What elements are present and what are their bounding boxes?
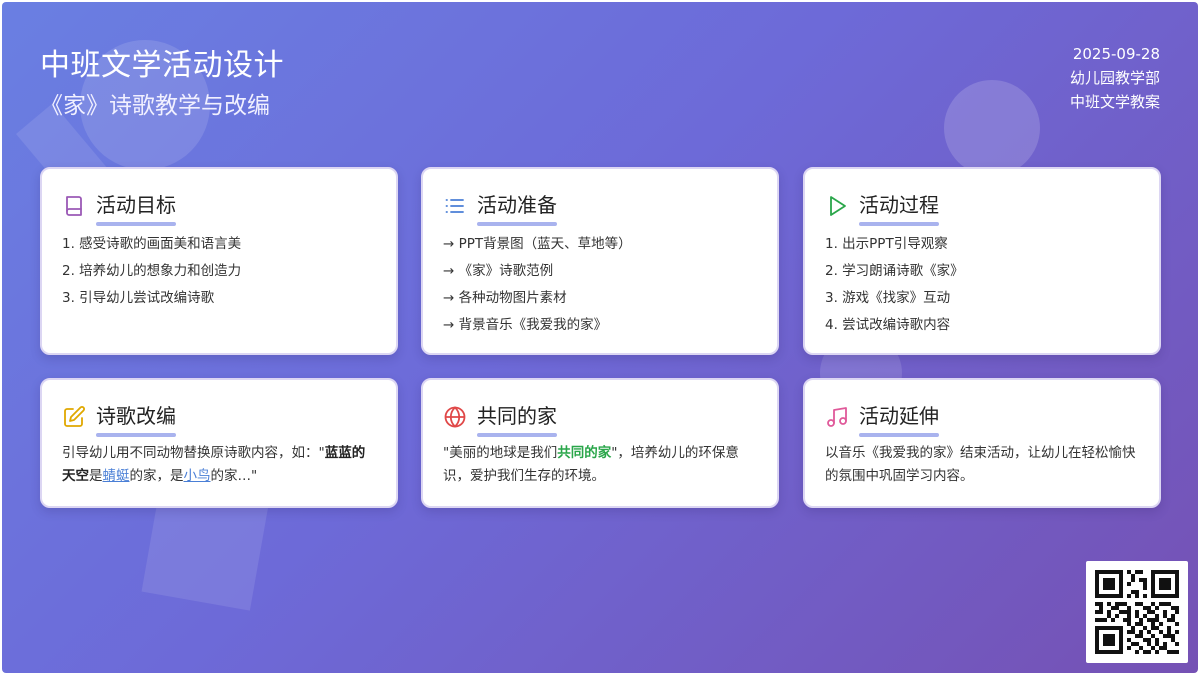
list-item: → 背景音乐《我爱我的家》: [443, 317, 608, 333]
text-segment: "美丽的地球是我们: [443, 445, 558, 461]
card-title: 活动延伸: [859, 400, 939, 437]
card-text: "美丽的地球是我们共同的家"，培养幼儿的环保意识，爱护我们生存的环境。: [443, 442, 755, 488]
emphasis-text: 共同的家: [557, 445, 612, 461]
list-item: 2. 学习朗诵诗歌《家》: [825, 263, 964, 279]
prep-list: → PPT背景图（蓝天、草地等） → 《家》诗歌范例 → 各种动物图片素材 → …: [443, 231, 632, 339]
card-text: 以音乐《我爱我的家》结束活动，让幼儿在轻松愉快的氛围中巩固学习内容。: [825, 445, 1136, 484]
decor-circle: [944, 80, 1040, 176]
doc-type-label: 中班文学教案: [1069, 93, 1160, 111]
card-header: 活动延伸: [825, 400, 939, 437]
qr-pattern: [1095, 570, 1179, 654]
list-item: 3. 游戏《找家》互动: [825, 290, 951, 306]
card-title: 活动过程: [859, 189, 939, 226]
qr-code-icon[interactable]: [1086, 561, 1188, 663]
list-item: 1. 出示PPT引导观察: [825, 236, 948, 252]
card-title: 活动目标: [96, 189, 176, 226]
header-meta: 2025-09-28 幼儿园教学部 中班文学教案: [1070, 42, 1160, 114]
list-item: → PPT背景图（蓝天、草地等）: [443, 236, 632, 252]
card-poem-adaptation: 诗歌改编 引导幼儿用不同动物替换原诗歌内容，如："蓝蓝的天空是蜻蜓的家，是小鸟的…: [40, 378, 398, 508]
list-item: 1. 感受诗歌的画面美和语言美: [62, 236, 242, 252]
card-activity-process: 活动过程 1. 出示PPT引导观察 2. 学习朗诵诗歌《家》 3. 游戏《找家》…: [803, 167, 1161, 355]
card-title: 共同的家: [477, 400, 557, 437]
card-title: 活动准备: [477, 189, 557, 226]
list-item: → 《家》诗歌范例: [443, 263, 554, 279]
card-common-home: 共同的家 "美丽的地球是我们共同的家"，培养幼儿的环保意识，爱护我们生存的环境。: [421, 378, 779, 508]
card-header: 活动目标: [62, 189, 176, 226]
card-header: 诗歌改编: [62, 400, 176, 437]
card-activity-extension: 活动延伸 以音乐《我爱我的家》结束活动，让幼儿在轻松愉快的氛围中巩固学习内容。: [803, 378, 1161, 508]
page-subtitle: 《家》诗歌教学与改编: [40, 93, 270, 119]
text-segment: 引导幼儿用不同动物替换原诗歌内容，如：": [62, 445, 325, 461]
music-icon: [825, 405, 849, 429]
text-segment: 的家，是: [129, 468, 184, 484]
book-icon: [62, 194, 86, 218]
example-link-bird[interactable]: 小鸟: [184, 468, 211, 484]
list-item: 2. 培养幼儿的想象力和创造力: [62, 263, 242, 279]
card-text: 引导幼儿用不同动物替换原诗歌内容，如："蓝蓝的天空是蜻蜓的家，是小鸟的家…": [62, 442, 374, 488]
globe-icon: [443, 405, 467, 429]
card-header: 共同的家: [443, 400, 557, 437]
goal-list: 1. 感受诗歌的画面美和语言美 2. 培养幼儿的想象力和创造力 3. 引导幼儿尝…: [62, 231, 241, 312]
department-label: 幼儿园教学部: [1069, 69, 1160, 87]
card-header: 活动准备: [443, 189, 557, 226]
example-link-dragonfly[interactable]: 蜻蜓: [103, 468, 130, 484]
text-segment: 是: [89, 468, 103, 484]
list-icon: [443, 194, 467, 218]
page-title: 中班文学活动设计: [40, 48, 284, 83]
slide: 中班文学活动设计 《家》诗歌教学与改编 2025-09-28 幼儿园教学部 中班…: [2, 2, 1198, 673]
card-title: 诗歌改编: [96, 400, 176, 437]
edit-icon: [62, 405, 86, 429]
list-item: 4. 尝试改编诗歌内容: [825, 317, 951, 333]
process-list: 1. 出示PPT引导观察 2. 学习朗诵诗歌《家》 3. 游戏《找家》互动 4.…: [825, 231, 964, 339]
list-item: 3. 引导幼儿尝试改编诗歌: [62, 290, 215, 306]
card-header: 活动过程: [825, 189, 939, 226]
play-icon: [825, 194, 849, 218]
text-segment: 的家…": [210, 468, 258, 484]
card-activity-prep: 活动准备 → PPT背景图（蓝天、草地等） → 《家》诗歌范例 → 各种动物图片…: [421, 167, 779, 355]
date-label: 2025-09-28: [1072, 45, 1160, 63]
list-item: → 各种动物图片素材: [443, 290, 567, 306]
card-activity-goal: 活动目标 1. 感受诗歌的画面美和语言美 2. 培养幼儿的想象力和创造力 3. …: [40, 167, 398, 355]
